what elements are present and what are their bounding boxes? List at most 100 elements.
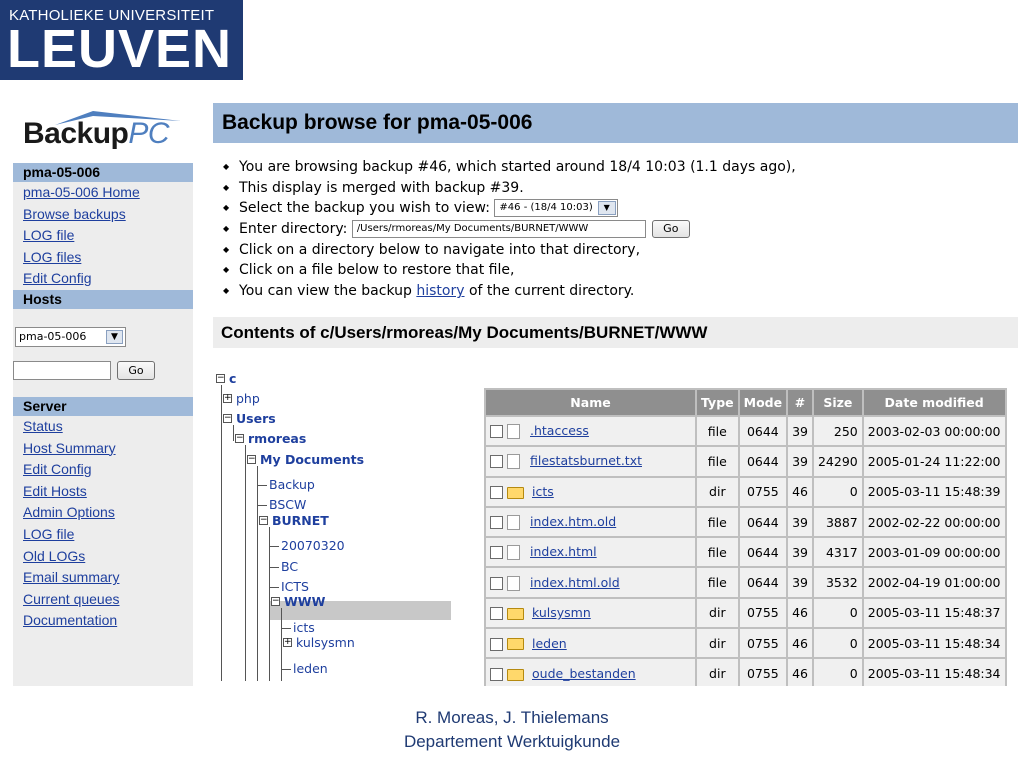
nav-old-logs[interactable]: Old LOGs	[13, 546, 193, 568]
nav-host-log-files[interactable]: LOG files	[13, 247, 193, 269]
host-go-button[interactable]: Go	[117, 360, 155, 380]
table-row[interactable]: filestatsburnet.txt file 0644 39 24290 2005-0…	[484, 445, 1007, 478]
nav-host-edit-config[interactable]: Edit Config	[13, 268, 193, 290]
file-icon	[507, 545, 520, 561]
col-date[interactable]: Date modified	[861, 388, 1007, 417]
collapse-icon[interactable]: −	[216, 374, 225, 383]
restore-checkbox[interactable]	[490, 607, 503, 621]
file-link[interactable]: leden	[532, 636, 567, 651]
restore-checkbox[interactable]	[490, 455, 503, 469]
tree-line	[257, 485, 267, 486]
chevron-down-icon[interactable]: ▼	[597, 201, 616, 216]
collapse-icon[interactable]: −	[271, 597, 280, 606]
expand-icon[interactable]: +	[283, 638, 292, 647]
nav-status[interactable]: Status	[13, 416, 193, 438]
tree-node-backup[interactable]: Backup	[269, 476, 315, 494]
nav-admin-options[interactable]: Admin Options	[13, 502, 193, 524]
col-num[interactable]: #	[786, 388, 814, 417]
file-link[interactable]: kulsysmn	[532, 605, 591, 620]
hosts-header: Hosts	[13, 289, 193, 309]
host-select[interactable]: pma-05-006 ▼	[15, 326, 126, 347]
tree-node-kulsysmn[interactable]: + kulsysmn	[281, 634, 355, 652]
cell-num: 39	[786, 445, 814, 478]
tree-node-burnet[interactable]: − BURNET	[257, 512, 329, 530]
nav-email-summary[interactable]: Email summary	[13, 567, 193, 589]
tree-node-label: rmoreas	[248, 431, 307, 446]
restore-checkbox[interactable]	[490, 637, 503, 651]
restore-checkbox[interactable]	[490, 546, 503, 560]
file-link[interactable]: icts	[532, 484, 554, 499]
table-row[interactable]: leden dir 0755 46 0 2005-03-11 15:48:34	[484, 627, 1007, 660]
nav-browse-backups[interactable]: Browse backups	[13, 204, 193, 226]
nav-edit-hosts[interactable]: Edit Hosts	[13, 481, 193, 503]
file-link[interactable]: index.html.old	[530, 575, 620, 590]
file-link[interactable]: index.html	[530, 544, 597, 559]
nav-host-summary[interactable]: Host Summary	[13, 438, 193, 460]
table-row[interactable]: index.htm.old file 0644 39 3887 2002-02-22 00…	[484, 505, 1007, 539]
cell-type: file	[695, 566, 740, 599]
cell-name: leden	[484, 627, 697, 660]
nav-edit-config[interactable]: Edit Config	[13, 459, 193, 481]
tree-node-leden[interactable]: leden	[293, 660, 328, 678]
collapse-icon[interactable]: −	[247, 455, 256, 464]
cell-size: 0	[811, 627, 864, 660]
col-type[interactable]: Type	[695, 388, 740, 417]
nav-host-log-file[interactable]: LOG file	[13, 225, 193, 247]
nav-current-queues[interactable]: Current queues	[13, 589, 193, 611]
nav-documentation[interactable]: Documentation	[13, 610, 193, 632]
tree-line	[257, 466, 258, 681]
file-link[interactable]: oude_bestanden	[532, 666, 636, 681]
table-row[interactable]: index.html file 0644 39 4317 2003-01-09 00:00…	[484, 536, 1007, 569]
tree-node-label: BURNET	[272, 513, 329, 528]
nav-host-home[interactable]: pma-05-006 Home	[13, 182, 193, 204]
restore-checkbox[interactable]	[490, 486, 503, 500]
file-link[interactable]: .htaccess	[530, 423, 589, 438]
tree-node-php[interactable]: + php	[221, 390, 260, 408]
col-size[interactable]: Size	[811, 388, 864, 417]
tree-line	[281, 628, 291, 629]
tree-node-rmoreas[interactable]: − rmoreas	[233, 430, 306, 448]
host-search-input[interactable]	[13, 360, 111, 380]
collapse-icon[interactable]: −	[235, 434, 244, 443]
tree-node-my-documents[interactable]: − My Documents	[245, 451, 364, 469]
table-row[interactable]: .htaccess file 0644 39 250 2003-02-03 00:00:0…	[484, 414, 1007, 448]
backup-select[interactable]: #46 - (18/4 10:03) ▼	[494, 199, 618, 218]
restore-checkbox[interactable]	[490, 425, 503, 439]
tree-node-20070320[interactable]: 20070320	[281, 537, 345, 555]
restore-checkbox[interactable]	[490, 576, 503, 590]
file-icon	[507, 575, 520, 591]
cell-size: 24290	[811, 445, 864, 478]
table-row[interactable]: index.html.old file 0644 39 3532 2002-04-19 0…	[484, 566, 1007, 599]
folder-icon	[507, 607, 524, 620]
tree-line	[269, 587, 279, 588]
directory-input[interactable]: /Users/rmoreas/My Documents/BURNET/WWW	[351, 220, 646, 239]
cell-num: 39	[786, 566, 814, 599]
nav-log-file[interactable]: LOG file	[13, 524, 193, 546]
col-name[interactable]: Name	[484, 388, 697, 417]
tree-node-users[interactable]: − Users	[221, 410, 276, 428]
directory-go-button[interactable]: Go	[651, 220, 690, 239]
restore-checkbox[interactable]	[490, 516, 503, 530]
ku-leuven-logo: KATHOLIEKE UNIVERSITEIT LEUVEN	[0, 0, 243, 80]
backuppc-logo[interactable]: BackupPC	[23, 105, 183, 157]
cell-num: 46	[786, 627, 814, 660]
folder-icon	[507, 668, 524, 681]
restore-checkbox[interactable]	[490, 668, 503, 682]
collapse-icon[interactable]: −	[259, 516, 268, 525]
table-row[interactable]: icts dir 0755 46 0 2005-03-11 15:48:39	[484, 475, 1007, 508]
file-link[interactable]: filestatsburnet.txt	[530, 453, 642, 468]
tree-node-c[interactable]: − c	[215, 370, 236, 388]
table-row[interactable]: oude_bestanden dir 0755 46 0 2005-03-11 15:48…	[484, 657, 1007, 686]
chevron-down-icon[interactable]: ▼	[106, 329, 123, 344]
tree-node-www[interactable]: − WWW	[269, 593, 325, 611]
file-link[interactable]: index.htm.old	[530, 514, 616, 529]
cell-num: 46	[786, 475, 814, 508]
collapse-icon[interactable]: −	[223, 414, 232, 423]
tree-node-bc[interactable]: BC	[281, 558, 298, 576]
history-link[interactable]: history	[416, 283, 464, 299]
cell-type: dir	[695, 475, 740, 508]
expand-icon[interactable]: +	[223, 394, 232, 403]
table-row[interactable]: kulsysmn dir 0755 46 0 2005-03-11 15:48:37	[484, 596, 1007, 630]
cell-date: 2005-03-11 15:48:39	[861, 475, 1007, 508]
col-mode[interactable]: Mode	[737, 388, 789, 417]
